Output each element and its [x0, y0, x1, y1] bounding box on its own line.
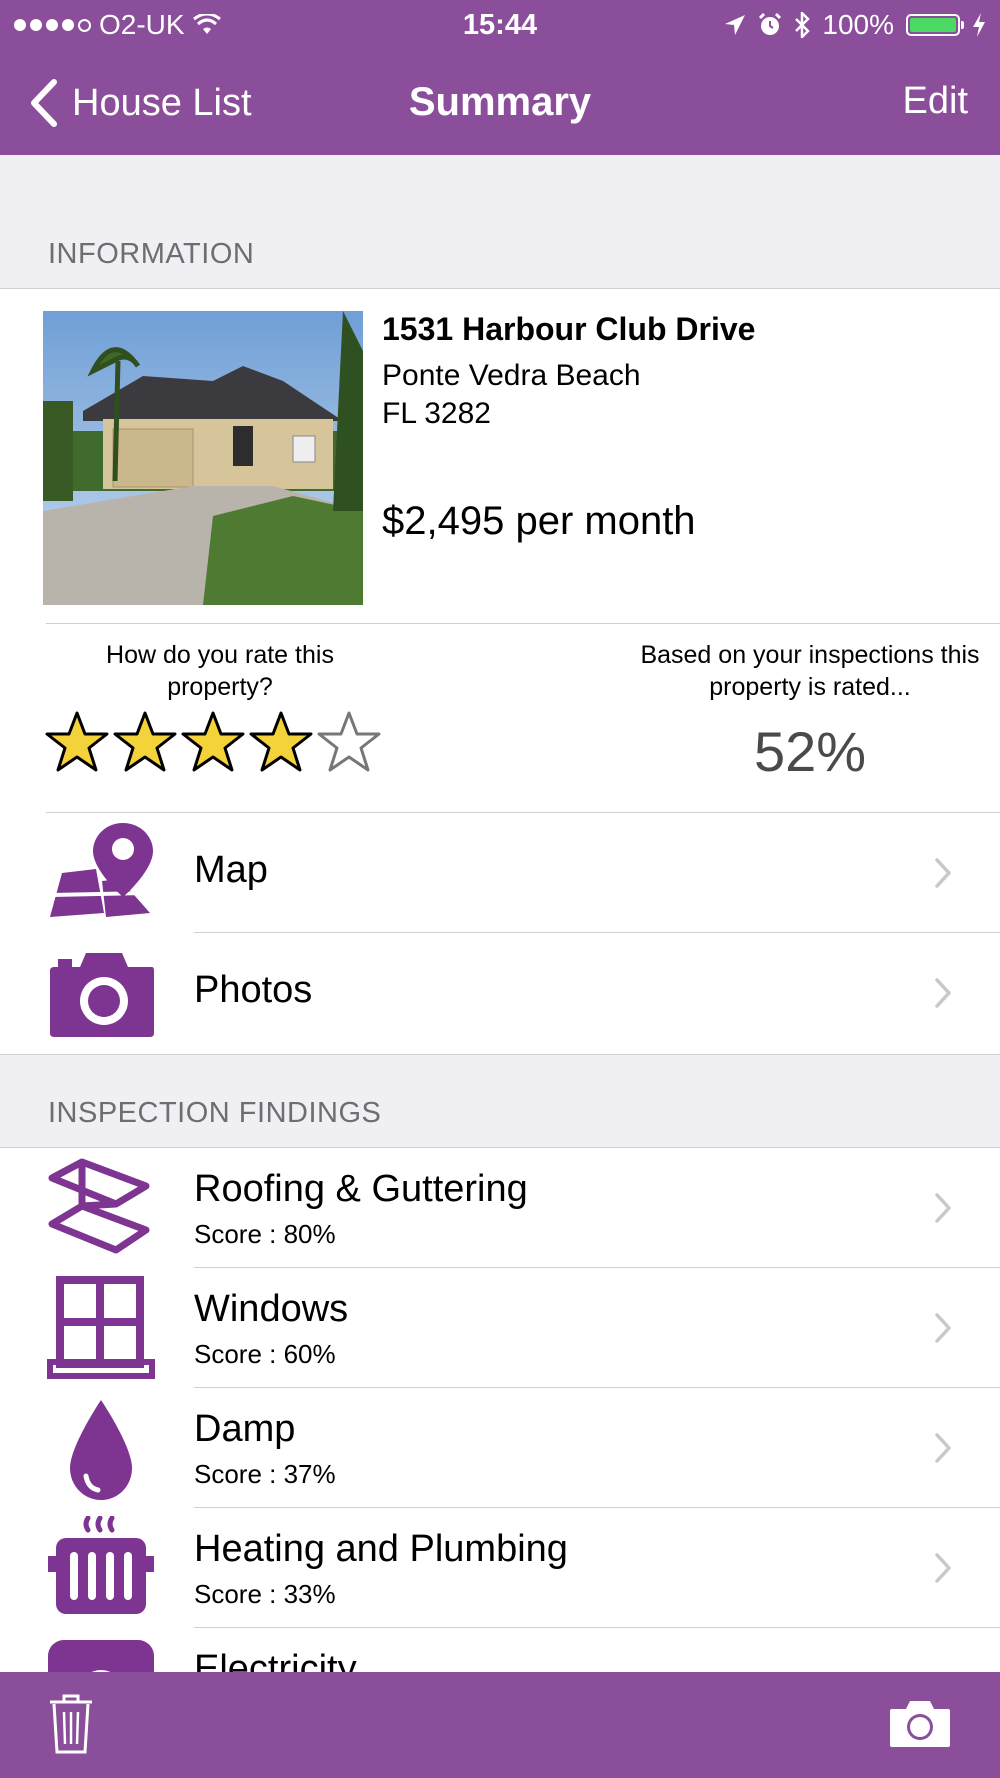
alarm-icon [759, 13, 782, 35]
inspection-findings-list: Roofing & Guttering Score : 80% Windows … [0, 1147, 1000, 1740]
photos-label: Photos [194, 969, 313, 1011]
battery-icon [906, 14, 964, 36]
finding-score: Score : 33% [194, 1579, 336, 1609]
star-empty-icon[interactable] [316, 709, 382, 775]
status-bar: O2-UK 15:44 100% [0, 0, 1000, 50]
star-filled-icon[interactable] [112, 709, 178, 775]
information-card: 1531 Harbour Club Drive Ponte Vedra Beac… [0, 288, 1000, 1055]
property-photo[interactable] [43, 311, 363, 605]
finding-score: Score : 60% [194, 1339, 336, 1369]
finding-row-windows[interactable]: Windows Score : 60% [0, 1268, 1000, 1388]
chevron-right-icon [935, 1553, 951, 1583]
address-line-1: 1531 Harbour Club Drive [382, 311, 756, 347]
divider [46, 623, 1000, 624]
navigation-bar: House List Summary Edit [0, 50, 1000, 155]
page-title: Summary [408, 80, 592, 124]
address-line-2: Ponte Vedra Beach [382, 359, 641, 392]
status-right: 100% [724, 9, 986, 41]
rent-price: $2,495 per month [382, 499, 696, 543]
star-filled-icon[interactable] [248, 709, 314, 775]
finding-label: Windows [194, 1288, 349, 1330]
chevron-right-icon [935, 1193, 951, 1223]
finding-score: Score : 37% [194, 1459, 336, 1489]
information-section-header: INFORMATION [48, 238, 255, 270]
finding-row-damp[interactable]: Damp Score : 37% [0, 1388, 1000, 1508]
droplet-icon [70, 1400, 132, 1500]
finding-label: Roofing & Guttering [194, 1168, 528, 1210]
photos-row[interactable]: Photos [0, 933, 1000, 1053]
bottom-toolbar [0, 1672, 1000, 1778]
window-icon [47, 1276, 155, 1379]
rate-question: How do you rate this property? [106, 641, 334, 701]
charging-icon [973, 13, 985, 37]
camera-icon[interactable] [888, 1699, 952, 1749]
radiator-icon [48, 1516, 154, 1614]
inspection-rating-value: 52% [753, 720, 867, 783]
battery-percent: 100% [822, 9, 894, 40]
map-row[interactable]: Map [0, 813, 1000, 933]
finding-row-heating[interactable]: Heating and Plumbing Score : 33% [0, 1508, 1000, 1628]
finding-row-roofing[interactable]: Roofing & Guttering Score : 80% [0, 1148, 1000, 1268]
star-filled-icon[interactable] [44, 709, 110, 775]
edit-button[interactable]: Edit [903, 80, 968, 123]
chevron-right-icon [935, 978, 951, 1008]
chevron-right-icon [935, 858, 951, 888]
star-filled-icon[interactable] [180, 709, 246, 775]
roof-icon [48, 1158, 150, 1254]
trash-icon[interactable] [46, 1692, 96, 1756]
chevron-right-icon [935, 1433, 951, 1463]
location-arrow-icon [725, 15, 746, 35]
inspection-rating-caption: Based on your inspections this property … [640, 641, 980, 701]
chevron-right-icon [935, 1313, 951, 1343]
finding-label: Damp [194, 1408, 296, 1450]
user-rating-stars[interactable] [44, 709, 382, 775]
finding-score: Score : 80% [194, 1219, 336, 1249]
map-pin-icon [50, 823, 153, 917]
address-line-3: FL 3282 [382, 397, 491, 430]
finding-label: Heating and Plumbing [194, 1528, 568, 1570]
map-label: Map [194, 849, 268, 891]
camera-icon [50, 953, 154, 1037]
bluetooth-icon [795, 12, 811, 38]
inspection-findings-header: INSPECTION FINDINGS [48, 1097, 382, 1129]
